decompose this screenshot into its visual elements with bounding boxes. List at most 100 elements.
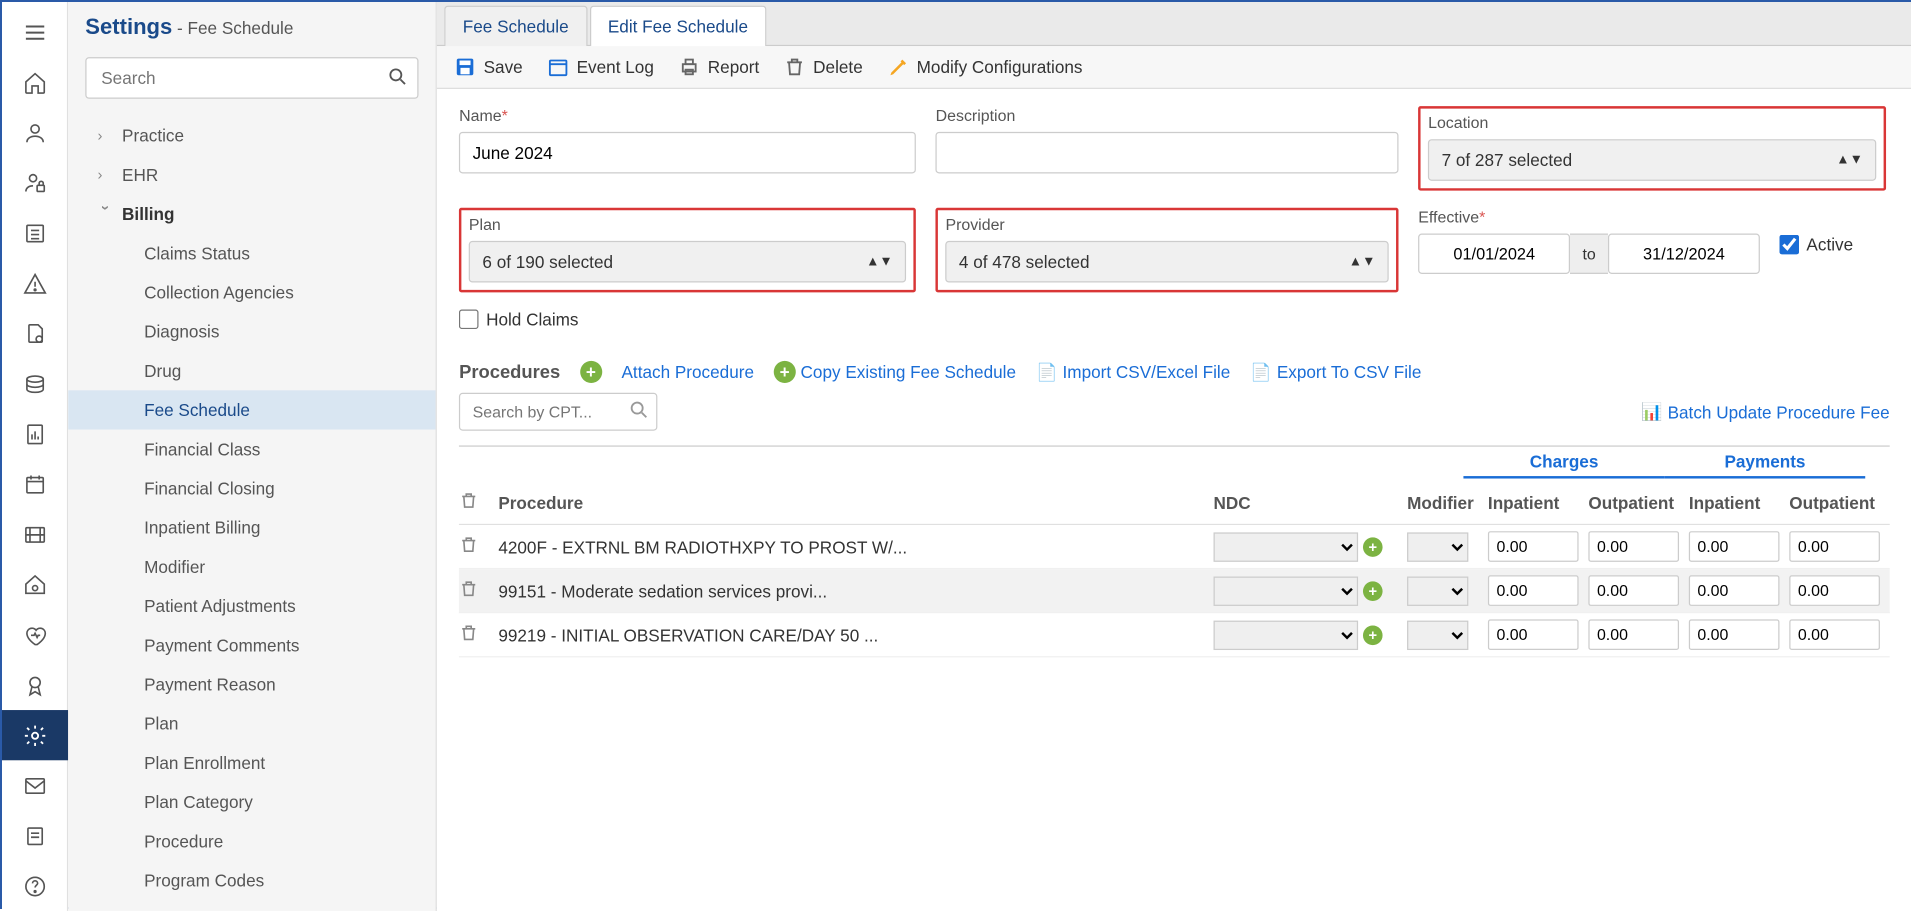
badge-icon[interactable] (1, 660, 67, 710)
delete-row-icon[interactable] (459, 583, 479, 603)
hold-claims-checkbox[interactable] (459, 309, 479, 329)
report-button[interactable]: Report (678, 56, 759, 78)
modify-config-button[interactable]: Modify Configurations (887, 56, 1082, 78)
nav-item-plan-category[interactable]: Plan Category (68, 782, 436, 821)
inpatient-payment-input[interactable] (1689, 575, 1780, 606)
batch-update-link[interactable]: 📊Batch Update Procedure Fee (1641, 401, 1890, 423)
location-label: Location (1428, 113, 1876, 131)
tab-edit-fee-schedule[interactable]: Edit Fee Schedule (589, 6, 766, 46)
nav-practice[interactable]: ›Practice (68, 116, 436, 155)
outpatient-payment-input[interactable] (1789, 575, 1880, 606)
col-outpatient-payment: Outpatient (1789, 493, 1889, 513)
modifier-select[interactable] (1407, 620, 1468, 649)
trash-icon (784, 56, 806, 78)
nav-item-inpatient-billing[interactable]: Inpatient Billing (68, 508, 436, 547)
active-checkbox-group[interactable]: Active (1779, 235, 1889, 255)
home-gear-icon[interactable] (1, 559, 67, 609)
sidebar-search-input[interactable] (85, 57, 418, 99)
heart-icon[interactable] (1, 610, 67, 660)
nav-item-diagnosis[interactable]: Diagnosis (68, 312, 436, 351)
user-icon[interactable] (1, 107, 67, 157)
ndc-select[interactable] (1214, 620, 1359, 649)
nav-item-plan[interactable]: Plan (68, 704, 436, 743)
outpatient-charge-input[interactable] (1588, 531, 1679, 562)
modifier-select[interactable] (1407, 576, 1468, 605)
nav-item-procedure[interactable]: Procedure (68, 822, 436, 861)
attach-procedure-link[interactable]: Attach Procedure (621, 362, 754, 382)
nav-billing[interactable]: ›Billing (68, 194, 436, 233)
schedule-icon[interactable] (1, 459, 67, 509)
user-lock-icon[interactable] (1, 158, 67, 208)
tab-fee-schedule[interactable]: Fee Schedule (444, 6, 587, 46)
provider-field-group: Provider 4 of 478 selected▲▼ (936, 208, 1399, 293)
export-csv-link[interactable]: 📄Export To CSV File (1250, 361, 1422, 383)
nav-item-modifier[interactable]: Modifier (68, 547, 436, 586)
search-icon[interactable] (387, 66, 409, 92)
eventlog-button[interactable]: Event Log (547, 56, 654, 78)
mail-icon[interactable] (1, 760, 67, 810)
outpatient-charge-input[interactable] (1588, 575, 1679, 606)
effective-to-input[interactable] (1608, 234, 1760, 274)
warning-icon[interactable] (1, 258, 67, 308)
report-icon[interactable] (1, 409, 67, 459)
settings-icon[interactable] (1, 710, 67, 760)
excel-export-icon: 📄 (1250, 361, 1272, 383)
ndc-select[interactable] (1214, 576, 1359, 605)
outpatient-charge-input[interactable] (1588, 619, 1679, 650)
nav-item-payment-reason[interactable]: Payment Reason (68, 665, 436, 704)
delete-row-icon[interactable] (459, 627, 479, 647)
inpatient-charge-input[interactable] (1488, 531, 1579, 562)
settings-sidebar: Settings - Fee Schedule ›Practice ›EHR ›… (68, 2, 437, 911)
add-icon[interactable]: + (580, 361, 602, 383)
list-icon[interactable] (1, 208, 67, 258)
import-csv-link[interactable]: 📄Import CSV/Excel File (1036, 361, 1231, 383)
nav-ehr[interactable]: ›EHR (68, 155, 436, 194)
effective-from-input[interactable] (1418, 234, 1570, 274)
doc-icon[interactable] (1, 811, 67, 861)
ndc-select[interactable] (1214, 532, 1359, 561)
hold-claims-checkbox-group[interactable]: Hold Claims (459, 309, 578, 329)
procedure-name: 99219 - INITIAL OBSERVATION CARE/DAY 50 … (493, 625, 1213, 645)
add-ndc-icon[interactable]: + (1363, 537, 1383, 557)
active-checkbox[interactable] (1779, 235, 1799, 255)
location-select[interactable]: 7 of 287 selected▲▼ (1428, 139, 1876, 181)
description-input[interactable] (936, 132, 1399, 174)
provider-select[interactable]: 4 of 478 selected▲▼ (945, 241, 1388, 283)
inpatient-charge-input[interactable] (1488, 575, 1579, 606)
delete-button[interactable]: Delete (784, 56, 863, 78)
nav-item-claims-status[interactable]: Claims Status (68, 234, 436, 273)
nav-item-drug[interactable]: Drug (68, 351, 436, 390)
nav-item-program-codes[interactable]: Program Codes (68, 861, 436, 900)
add-ndc-icon[interactable]: + (1363, 581, 1383, 601)
inpatient-payment-input[interactable] (1689, 531, 1780, 562)
nav-item-collection-agencies[interactable]: Collection Agencies (68, 273, 436, 312)
col-modifier: Modifier (1407, 493, 1488, 513)
doc-gear-icon[interactable] (1, 308, 67, 358)
copy-fee-schedule-link[interactable]: +Copy Existing Fee Schedule (774, 361, 1016, 383)
nav-item-plan-enrollment[interactable]: Plan Enrollment (68, 743, 436, 782)
nav-item-payment-comments[interactable]: Payment Comments (68, 626, 436, 665)
help-icon[interactable] (1, 861, 67, 911)
name-input[interactable] (459, 132, 916, 174)
delete-row-icon[interactable] (459, 539, 479, 559)
nav-item-fee-schedule[interactable]: Fee Schedule (68, 390, 436, 429)
outpatient-payment-input[interactable] (1789, 531, 1880, 562)
modifier-select[interactable] (1407, 532, 1468, 561)
home-icon[interactable] (1, 57, 67, 107)
search-icon[interactable] (628, 399, 650, 425)
outpatient-payment-input[interactable] (1789, 619, 1880, 650)
inpatient-charge-input[interactable] (1488, 619, 1579, 650)
save-button[interactable]: Save (454, 56, 523, 78)
menu-icon[interactable] (1, 7, 67, 57)
sort-icon: ▲▼ (866, 254, 893, 269)
add-ndc-icon[interactable]: + (1363, 625, 1383, 645)
nav-item-patient-adjustments[interactable]: Patient Adjustments (68, 586, 436, 625)
nav-item-financial-closing[interactable]: Financial Closing (68, 469, 436, 508)
procedure-name: 99151 - Moderate sedation services provi… (493, 581, 1213, 601)
film-icon[interactable] (1, 509, 67, 559)
nav-item-financial-class[interactable]: Financial Class (68, 430, 436, 469)
money-icon[interactable] (1, 358, 67, 408)
to-label: to (1570, 234, 1608, 274)
inpatient-payment-input[interactable] (1689, 619, 1780, 650)
plan-select[interactable]: 6 of 190 selected▲▼ (469, 241, 906, 283)
